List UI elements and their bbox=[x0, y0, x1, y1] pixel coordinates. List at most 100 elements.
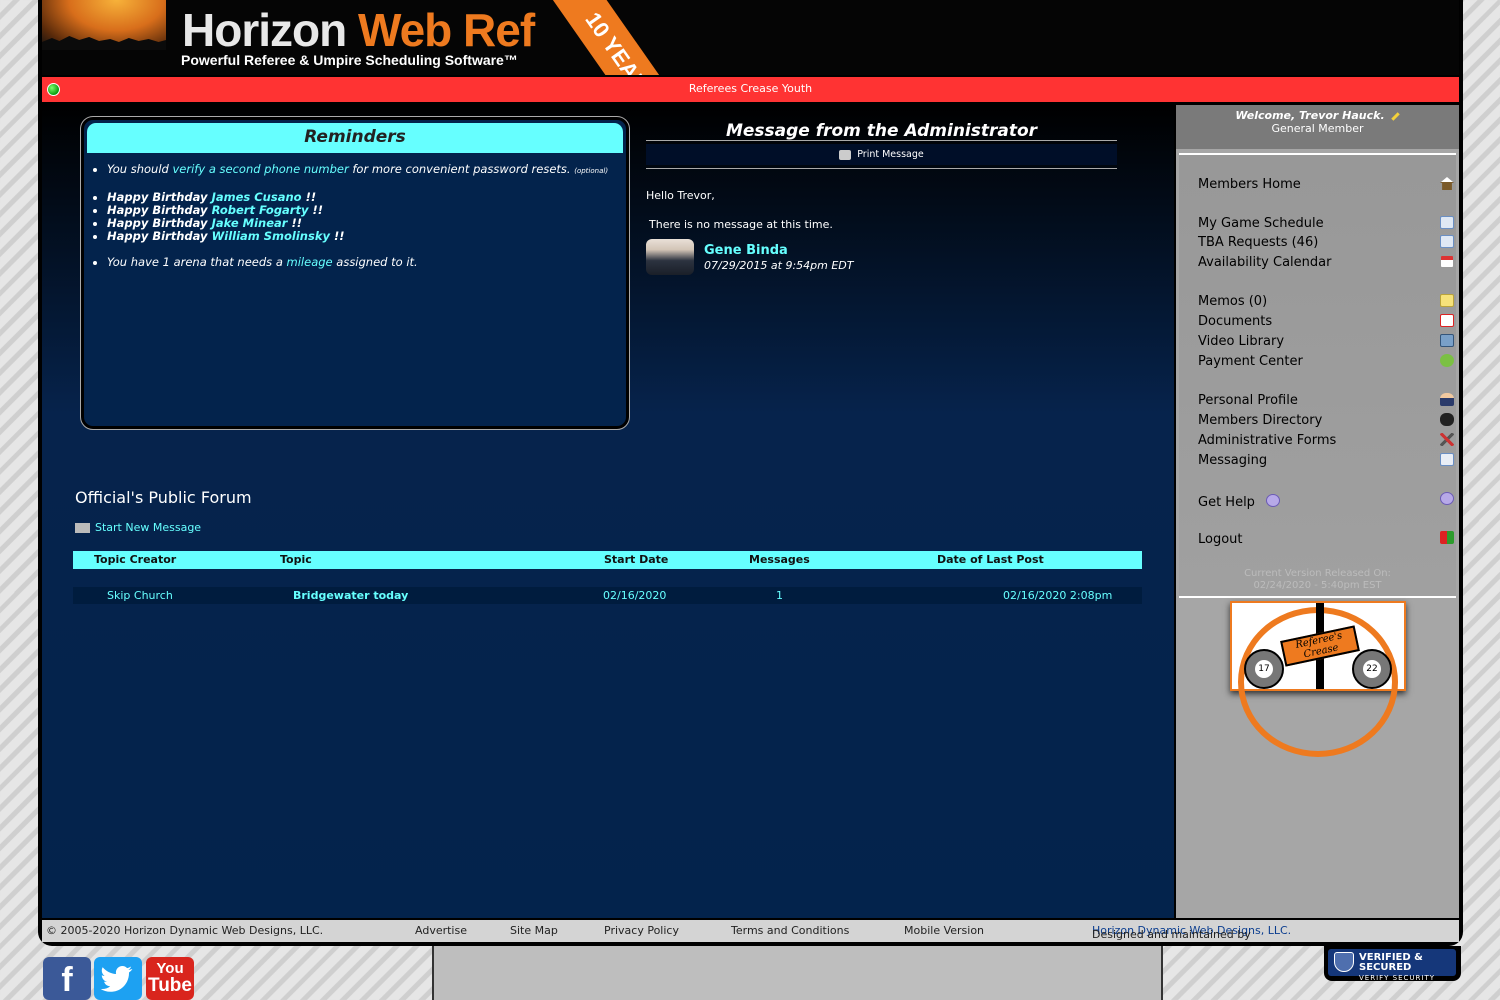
schedule-icon bbox=[1440, 216, 1454, 229]
reminders-title: Reminders bbox=[87, 123, 623, 153]
sidebar-item-payment-center[interactable]: Payment Center bbox=[1198, 354, 1303, 369]
sidebar-item-members-home[interactable]: Members Home bbox=[1198, 177, 1301, 192]
birthday-suffix: !! bbox=[334, 229, 345, 243]
version-label: Current Version Released On: bbox=[1244, 568, 1391, 579]
welcome-text: Welcome, Trevor Hauck. bbox=[1235, 109, 1385, 122]
footer-link-advertise[interactable]: Advertise bbox=[415, 924, 467, 937]
sidebar-item-video-library[interactable]: Video Library bbox=[1198, 334, 1284, 349]
sidebar-item-memos[interactable]: Memos (0) bbox=[1198, 294, 1267, 309]
site-name: Referees Crease Youth bbox=[688, 82, 813, 95]
reminder-text: for more convenient password resets. bbox=[352, 162, 571, 176]
facebook-icon[interactable]: f bbox=[43, 957, 91, 1000]
admin-author-name[interactable]: Gene Binda bbox=[704, 243, 788, 258]
phone-icon bbox=[1440, 413, 1454, 426]
film-icon bbox=[1440, 334, 1454, 347]
mileage-link[interactable]: mileage bbox=[287, 255, 333, 269]
admin-avatar bbox=[646, 239, 694, 275]
whistle-icon: 17 bbox=[1244, 649, 1284, 689]
table-row[interactable]: Skip Church Bridgewater today 02/16/2020… bbox=[73, 587, 1142, 604]
brand-logo[interactable]: Horizon Web Ref bbox=[182, 2, 535, 58]
sidebar-item-my-game-schedule[interactable]: My Game Schedule bbox=[1198, 216, 1324, 231]
sidebar-nav: Members Home My Game Schedule TBA Reques… bbox=[1179, 153, 1456, 598]
security-badge-inner: VERIFIED & SECURED VERIFY SECURITY bbox=[1328, 949, 1456, 982]
reminders-panel: Reminders You should verify a second pho… bbox=[80, 116, 630, 430]
sidebar-item-documents[interactable]: Documents bbox=[1198, 314, 1272, 329]
forum-title: Official's Public Forum bbox=[75, 488, 252, 507]
welcome-line: Welcome, Trevor Hauck. bbox=[1176, 105, 1459, 122]
forum-table-header: Topic Creator Topic Start Date Messages … bbox=[73, 551, 1142, 569]
print-message-button[interactable]: Print Message bbox=[646, 144, 1117, 165]
birthday-name-link[interactable]: William Smolinsky bbox=[212, 229, 330, 243]
sidebar-item-tba-requests[interactable]: TBA Requests (46) bbox=[1198, 235, 1318, 250]
copyright-text: © 2005-2020 Horizon Dynamic Web Designs,… bbox=[46, 924, 324, 937]
row-topic-link[interactable]: Bridgewater today bbox=[293, 589, 408, 602]
association-logo[interactable]: Referee's Crease 17 22 bbox=[1230, 601, 1406, 757]
reminder-text: assigned to it. bbox=[336, 255, 418, 269]
sidebar-item-messaging[interactable]: Messaging bbox=[1198, 453, 1267, 468]
birthday-prefix: Happy Birthday bbox=[107, 229, 208, 243]
column-header-topic-creator[interactable]: Topic Creator bbox=[94, 553, 176, 566]
schedule-icon bbox=[1440, 235, 1454, 248]
footer-link-mobile-version[interactable]: Mobile Version bbox=[904, 924, 984, 937]
footer-link-site-map[interactable]: Site Map bbox=[510, 924, 558, 937]
designed-by-text: Designed and maintained by Horizon Dynam… bbox=[1092, 924, 1291, 941]
admin-message-title: Message from the Administrator bbox=[725, 121, 1038, 141]
birthday-name-link[interactable]: Robert Fogarty bbox=[212, 203, 309, 217]
security-badge[interactable]: VERIFIED & SECURED VERIFY SECURITY bbox=[1324, 946, 1461, 982]
edit-pencil-icon[interactable] bbox=[1390, 111, 1400, 121]
sidebar-item-administrative-forms[interactable]: Administrative Forms bbox=[1198, 433, 1336, 448]
sidebar: Welcome, Trevor Hauck. General Member Me… bbox=[1176, 105, 1459, 918]
security-badge-title: VERIFIED & SECURED bbox=[1359, 952, 1423, 973]
new-message-icon bbox=[75, 523, 90, 533]
person-icon bbox=[1440, 393, 1454, 406]
row-last-post-date: 02/16/2020 2:08pm bbox=[1003, 589, 1113, 602]
youtube-icon[interactable]: You Tube bbox=[146, 957, 194, 1000]
twitter-icon[interactable] bbox=[94, 957, 142, 1000]
member-type: General Member bbox=[1271, 122, 1364, 135]
dollar-icon bbox=[1440, 354, 1454, 367]
start-new-message-link[interactable]: Start New Message bbox=[75, 521, 201, 534]
calendar-icon bbox=[1440, 255, 1454, 268]
pdf-icon bbox=[1440, 314, 1454, 327]
birthday-item: Happy Birthday William Smolinsky !! bbox=[107, 230, 626, 243]
column-header-last-post[interactable]: Date of Last Post bbox=[937, 553, 1044, 566]
column-header-topic[interactable]: Topic bbox=[280, 553, 312, 566]
column-header-messages[interactable]: Messages bbox=[749, 553, 810, 566]
footer-link-terms[interactable]: Terms and Conditions bbox=[731, 924, 849, 937]
logo-number-left: 17 bbox=[1255, 660, 1273, 678]
sidebar-item-members-directory[interactable]: Members Directory bbox=[1198, 413, 1322, 428]
birthday-name-link[interactable]: James Cusano bbox=[212, 190, 302, 204]
row-topic-creator[interactable]: Skip Church bbox=[107, 589, 173, 602]
version-info: Current Version Released On: 02/24/2020 … bbox=[1179, 568, 1456, 592]
brand-word-webref: Web Ref bbox=[357, 4, 535, 56]
logo-number-right: 22 bbox=[1363, 660, 1381, 678]
footer-link-privacy-policy[interactable]: Privacy Policy bbox=[604, 924, 679, 937]
status-bar: Referees Crease Youth bbox=[42, 77, 1459, 102]
birthday-suffix: !! bbox=[312, 203, 324, 217]
page-frame: Horizon Web Ref Powerful Referee & Umpir… bbox=[38, 0, 1463, 946]
optional-note: (optional) bbox=[574, 167, 609, 175]
reminder-text: You should bbox=[107, 162, 169, 176]
bottom-ad-panel bbox=[432, 946, 1163, 1000]
sidebar-item-availability-calendar[interactable]: Availability Calendar bbox=[1198, 255, 1331, 270]
birthday-name-link[interactable]: Jake Minear bbox=[212, 216, 288, 230]
whistle-icon: 22 bbox=[1352, 649, 1392, 689]
welcome-box: Welcome, Trevor Hauck. General Member bbox=[1176, 105, 1459, 149]
reminder-phone: You should verify a second phone number … bbox=[107, 163, 626, 178]
anniversary-banner: 10 YEARS bbox=[550, 0, 691, 75]
chat-bubble-icon bbox=[1440, 492, 1454, 505]
tools-icon bbox=[1440, 433, 1454, 446]
sidebar-item-logout[interactable]: Logout bbox=[1198, 532, 1243, 547]
birthday-prefix: Happy Birthday bbox=[107, 203, 208, 217]
admin-message-toolbar: Print Message bbox=[646, 140, 1117, 169]
chat-bubble-icon bbox=[1266, 494, 1280, 507]
site-footer: © 2005-2020 Horizon Dynamic Web Designs,… bbox=[42, 920, 1459, 942]
birthday-suffix: !! bbox=[291, 216, 302, 230]
designed-by-prefix: Designed and maintained by bbox=[1092, 928, 1251, 941]
shield-icon bbox=[1334, 952, 1354, 972]
sidebar-item-get-help[interactable]: Get Help bbox=[1198, 495, 1255, 510]
start-new-message-label: Start New Message bbox=[95, 521, 202, 534]
sidebar-item-personal-profile[interactable]: Personal Profile bbox=[1198, 393, 1298, 408]
column-header-start-date[interactable]: Start Date bbox=[604, 553, 668, 566]
verify-phone-link[interactable]: verify a second phone number bbox=[173, 162, 349, 176]
